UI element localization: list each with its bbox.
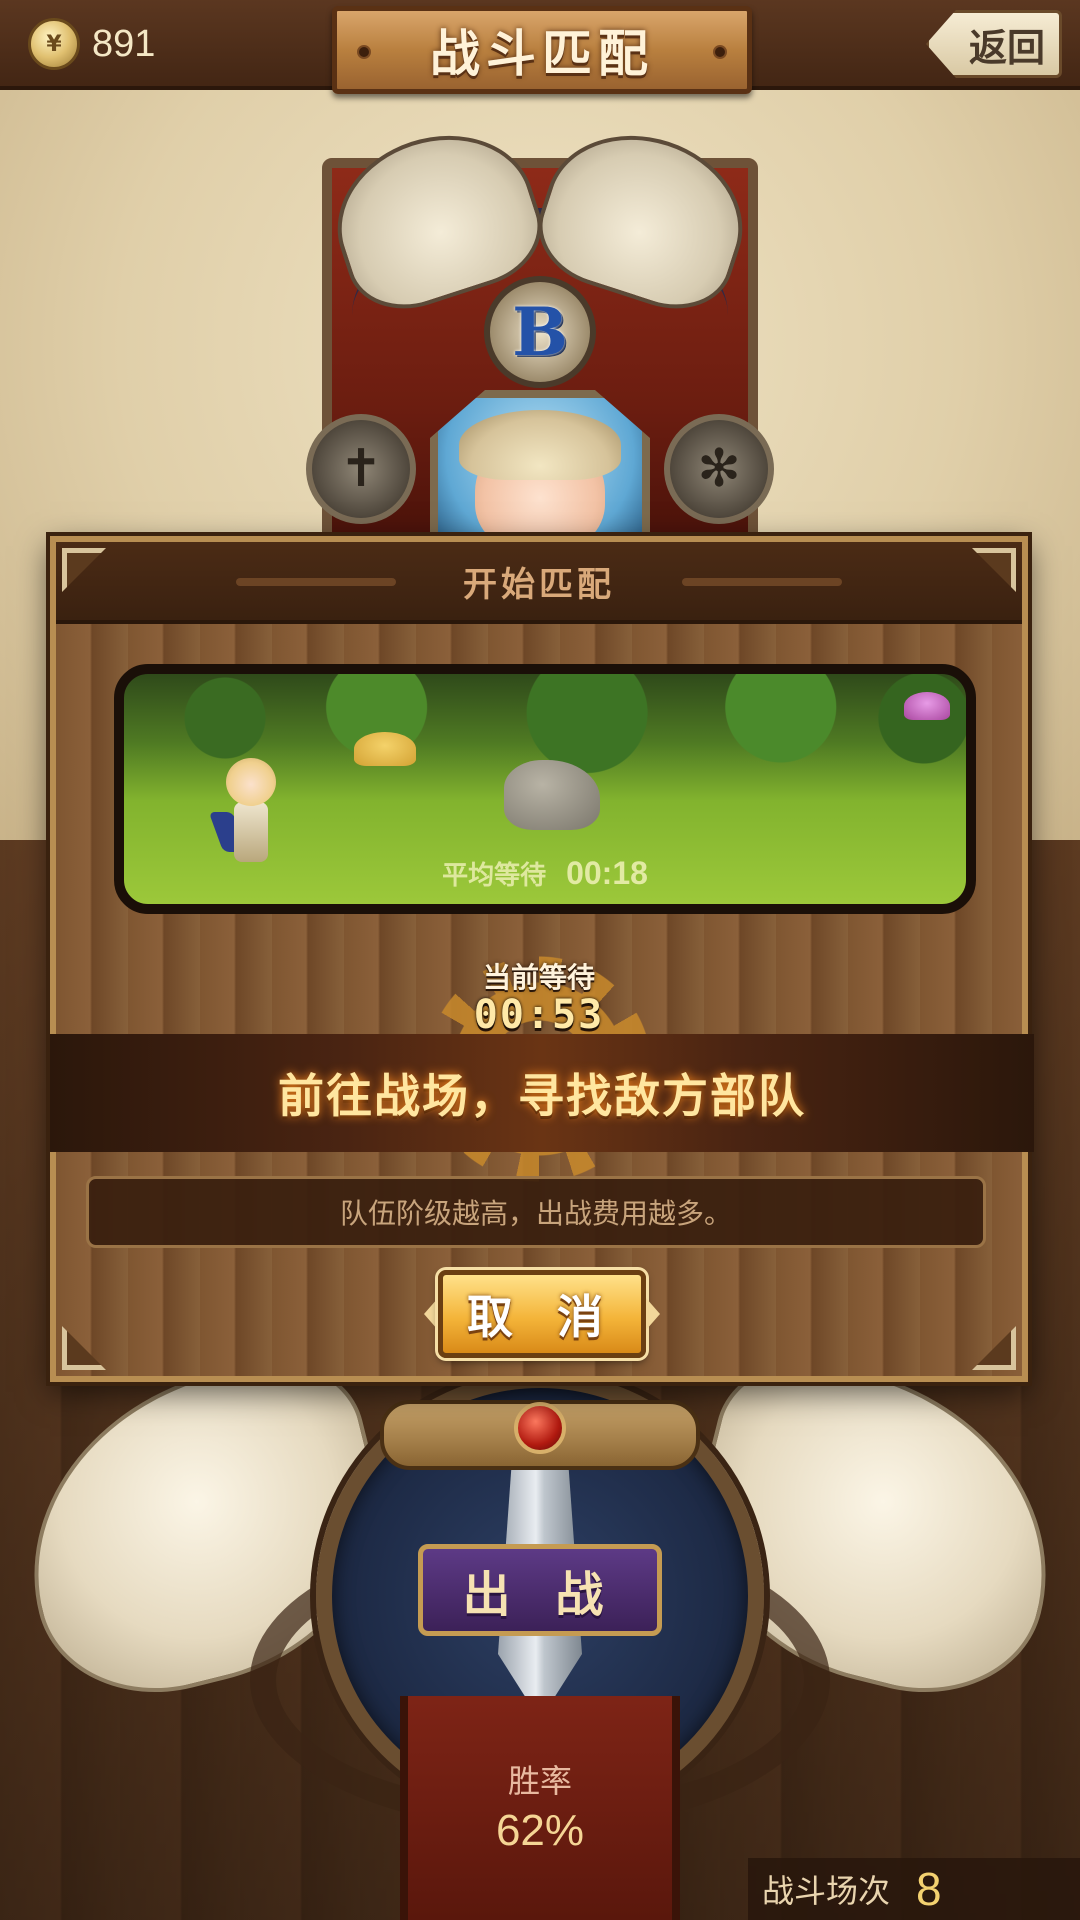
rank-letter: B bbox=[512, 293, 568, 371]
back-button-label: 返回 bbox=[968, 25, 1045, 70]
corner-ornament-icon bbox=[972, 1326, 1016, 1370]
current-wait-label: 当前等待 bbox=[482, 961, 595, 994]
tip-box: 队伍阶级越高，出战费用越多。 bbox=[86, 1176, 986, 1248]
win-rate-label: 胜率 bbox=[507, 1762, 572, 1800]
hero-face bbox=[459, 410, 621, 550]
battle-sessions-label: 战斗场次 bbox=[762, 1872, 891, 1910]
top-bar: ¥ 891 战斗匹配 返回 bbox=[0, 0, 1080, 94]
dialog-title: 开始匹配 bbox=[463, 564, 615, 605]
page-title: 战斗匹配 bbox=[430, 25, 654, 83]
nail-icon bbox=[713, 45, 727, 59]
battle-sessions: 战斗场次 8 bbox=[748, 1858, 1080, 1920]
nail-icon bbox=[357, 45, 371, 59]
average-wait-label: 平均等待 bbox=[442, 861, 547, 891]
sortie-button[interactable]: 出 战 bbox=[418, 1544, 662, 1636]
coin-counter: ¥ 891 bbox=[28, 14, 198, 74]
rank-badge-icon: B bbox=[484, 276, 596, 388]
title-plank: 战斗匹配 bbox=[332, 6, 752, 94]
sortie-button-label: 出 战 bbox=[462, 1567, 618, 1623]
matching-dialog: 开始匹配 平均等待 00:18 当前等待 00:53 前往战场，寻找敌方部队 队… bbox=[50, 536, 1034, 1382]
cancel-button-wrap: 取 消 bbox=[424, 1270, 660, 1358]
arrow-right-icon bbox=[646, 1298, 660, 1330]
corner-ornament-icon bbox=[62, 1326, 106, 1370]
hero-sprite bbox=[208, 758, 282, 868]
battlefield-scene: 平均等待 00:18 bbox=[114, 664, 976, 914]
status-bar: 前往战场，寻找敌方部队 bbox=[50, 1034, 1034, 1152]
crest-emblem-icon: ✻ bbox=[664, 414, 774, 524]
average-wait: 平均等待 00:18 bbox=[124, 855, 966, 892]
current-wait-timer: 00:53 bbox=[473, 992, 605, 1038]
battle-sessions-value: 8 bbox=[916, 1863, 942, 1915]
dialog-header: 开始匹配 bbox=[56, 542, 1022, 624]
cancel-button[interactable]: 取 消 bbox=[438, 1270, 646, 1358]
pink-mushroom-icon bbox=[904, 692, 950, 720]
mushroom-icon bbox=[354, 732, 416, 766]
coin-icon: ¥ bbox=[28, 18, 80, 70]
tip-text: 队伍阶级越高，出战费用越多。 bbox=[339, 1197, 732, 1230]
hero-portrait bbox=[430, 390, 650, 550]
win-rate-value: 62% bbox=[495, 1806, 585, 1855]
red-gem-icon bbox=[514, 1402, 566, 1454]
average-wait-value: 00:18 bbox=[566, 855, 648, 891]
sword-emblem-icon: ✝ bbox=[306, 414, 416, 524]
arrow-left-icon bbox=[424, 1298, 438, 1330]
coin-amount: 891 bbox=[92, 22, 156, 65]
status-message: 前往战场，寻找敌方部队 bbox=[278, 1069, 806, 1123]
hero-body bbox=[234, 802, 268, 862]
hero-hair bbox=[459, 410, 621, 480]
cancel-button-label: 取 消 bbox=[466, 1290, 617, 1344]
hero-head bbox=[226, 758, 276, 806]
back-button[interactable]: 返回 bbox=[926, 10, 1062, 78]
win-rate-banner: 胜率 62% bbox=[400, 1696, 680, 1920]
